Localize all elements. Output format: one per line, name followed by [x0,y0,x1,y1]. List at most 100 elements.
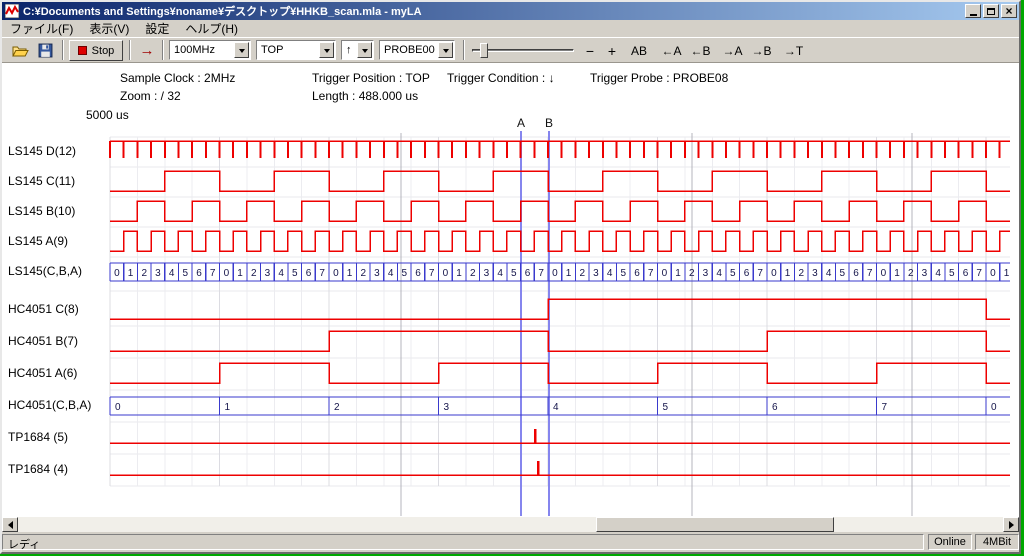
svg-text:3: 3 [812,268,818,279]
svg-text:1: 1 [894,268,900,279]
chevron-down-icon[interactable] [319,42,334,58]
menu-view[interactable]: 表示(V) [81,19,137,38]
probe-select[interactable]: PROBE00 [379,40,455,60]
svg-text:4: 4 [169,268,175,279]
svg-text:A: A [517,116,525,130]
svg-text:0: 0 [990,268,996,279]
marker-b[interactable]: B [545,116,553,516]
prev-b-button[interactable]: ←B [687,40,714,61]
minimize-button[interactable] [965,4,981,18]
scroll-left-button[interactable] [2,517,18,532]
svg-text:1: 1 [1004,268,1010,279]
svg-text:1: 1 [566,268,572,279]
svg-text:6: 6 [772,402,778,413]
menu-help[interactable]: ヘルプ(H) [177,19,246,38]
svg-text:1: 1 [785,268,791,279]
stop-button[interactable]: Stop [69,40,123,61]
scrollbar-thumb[interactable] [596,517,834,532]
svg-text:7: 7 [867,268,873,279]
zoom-slider-thumb[interactable] [480,43,488,58]
edge-select[interactable]: ↑ [341,40,374,60]
svg-text:0: 0 [114,268,120,279]
waveform-hc4051-b [110,331,1010,351]
open-folder-icon [12,44,29,58]
marker-a[interactable]: A [517,116,525,516]
menu-bar: ファイル(F) 表示(V) 設定 ヘルプ(H) [2,20,1019,37]
svg-text:6: 6 [525,268,531,279]
svg-text:6: 6 [963,268,969,279]
horizontal-scrollbar[interactable] [2,517,1019,532]
svg-text:5: 5 [621,268,627,279]
svg-text:4: 4 [826,268,832,279]
svg-text:1: 1 [225,402,231,413]
svg-text:2: 2 [470,268,476,279]
svg-text:3: 3 [265,268,271,279]
chevron-down-icon[interactable] [438,42,453,58]
waveform-ls145-b [110,201,1010,221]
svg-text:6: 6 [853,268,859,279]
chevron-down-icon[interactable] [234,42,249,58]
clock-select[interactable]: 100MHz [169,40,251,60]
prev-a-button[interactable]: ←A [658,40,685,61]
svg-text:4: 4 [497,268,503,279]
waveform-area[interactable]: AB01234567012345670123456701234567012345… [2,63,1019,517]
goto-trigger-button[interactable]: →T [780,40,807,61]
svg-text:3: 3 [484,268,490,279]
svg-text:2: 2 [141,268,147,279]
open-file-button[interactable] [8,40,32,61]
waveform-hc4051-a [110,363,1010,383]
waveform-ls145-c [110,171,1010,191]
svg-text:4: 4 [553,402,559,413]
maximize-icon [987,8,995,15]
floppy-disk-icon [38,43,53,58]
svg-text:0: 0 [333,268,339,279]
svg-text:2: 2 [689,268,695,279]
window-title: C:¥Documents and Settings¥noname¥デスクトップ¥… [23,3,961,19]
menu-settings[interactable]: 設定 [137,19,177,38]
svg-text:7: 7 [538,268,544,279]
svg-text:7: 7 [976,268,982,279]
save-file-button[interactable] [33,40,57,61]
zoom-in-button[interactable]: + [602,40,622,61]
zoom-out-button[interactable]: − [580,40,600,61]
svg-text:7: 7 [319,268,325,279]
next-b-button[interactable]: →B [748,40,775,61]
svg-text:3: 3 [374,268,380,279]
svg-text:7: 7 [210,268,216,279]
status-bar: レディ Online 4MBit [2,532,1019,552]
waveform-tp1684-5 [110,429,1010,443]
waveform-ls145-a [110,231,1010,251]
next-a-button[interactable]: →A [719,40,746,61]
svg-text:5: 5 [183,268,189,279]
app-icon [5,4,19,18]
ab-markers-button[interactable]: AB [626,40,652,61]
svg-text:1: 1 [128,268,134,279]
left-triangle-icon [4,521,13,529]
svg-text:5: 5 [663,402,669,413]
svg-text:5: 5 [840,268,846,279]
svg-text:1: 1 [675,268,681,279]
maximize-button[interactable] [983,4,999,18]
trigger-position-select[interactable]: TOP [256,40,336,60]
title-bar[interactable]: C:¥Documents and Settings¥noname¥デスクトップ¥… [2,2,1019,20]
close-button[interactable]: × [1001,4,1017,18]
scroll-right-button[interactable] [1003,517,1019,532]
svg-text:0: 0 [771,268,777,279]
svg-text:5: 5 [730,268,736,279]
run-button[interactable]: → [135,40,159,61]
svg-text:6: 6 [634,268,640,279]
svg-text:0: 0 [552,268,558,279]
svg-text:2: 2 [251,268,257,279]
chevron-down-icon[interactable] [357,42,372,58]
svg-text:2: 2 [579,268,585,279]
svg-text:0: 0 [224,268,230,279]
svg-text:0: 0 [991,402,997,413]
menu-file[interactable]: ファイル(F) [2,19,81,38]
status-memory-badge: 4MBit [975,534,1019,550]
app-window: C:¥Documents and Settings¥noname¥デスクトップ¥… [0,0,1021,554]
svg-text:5: 5 [949,268,955,279]
svg-text:1: 1 [237,268,243,279]
svg-text:7: 7 [757,268,763,279]
svg-text:3: 3 [593,268,599,279]
svg-text:5: 5 [402,268,408,279]
